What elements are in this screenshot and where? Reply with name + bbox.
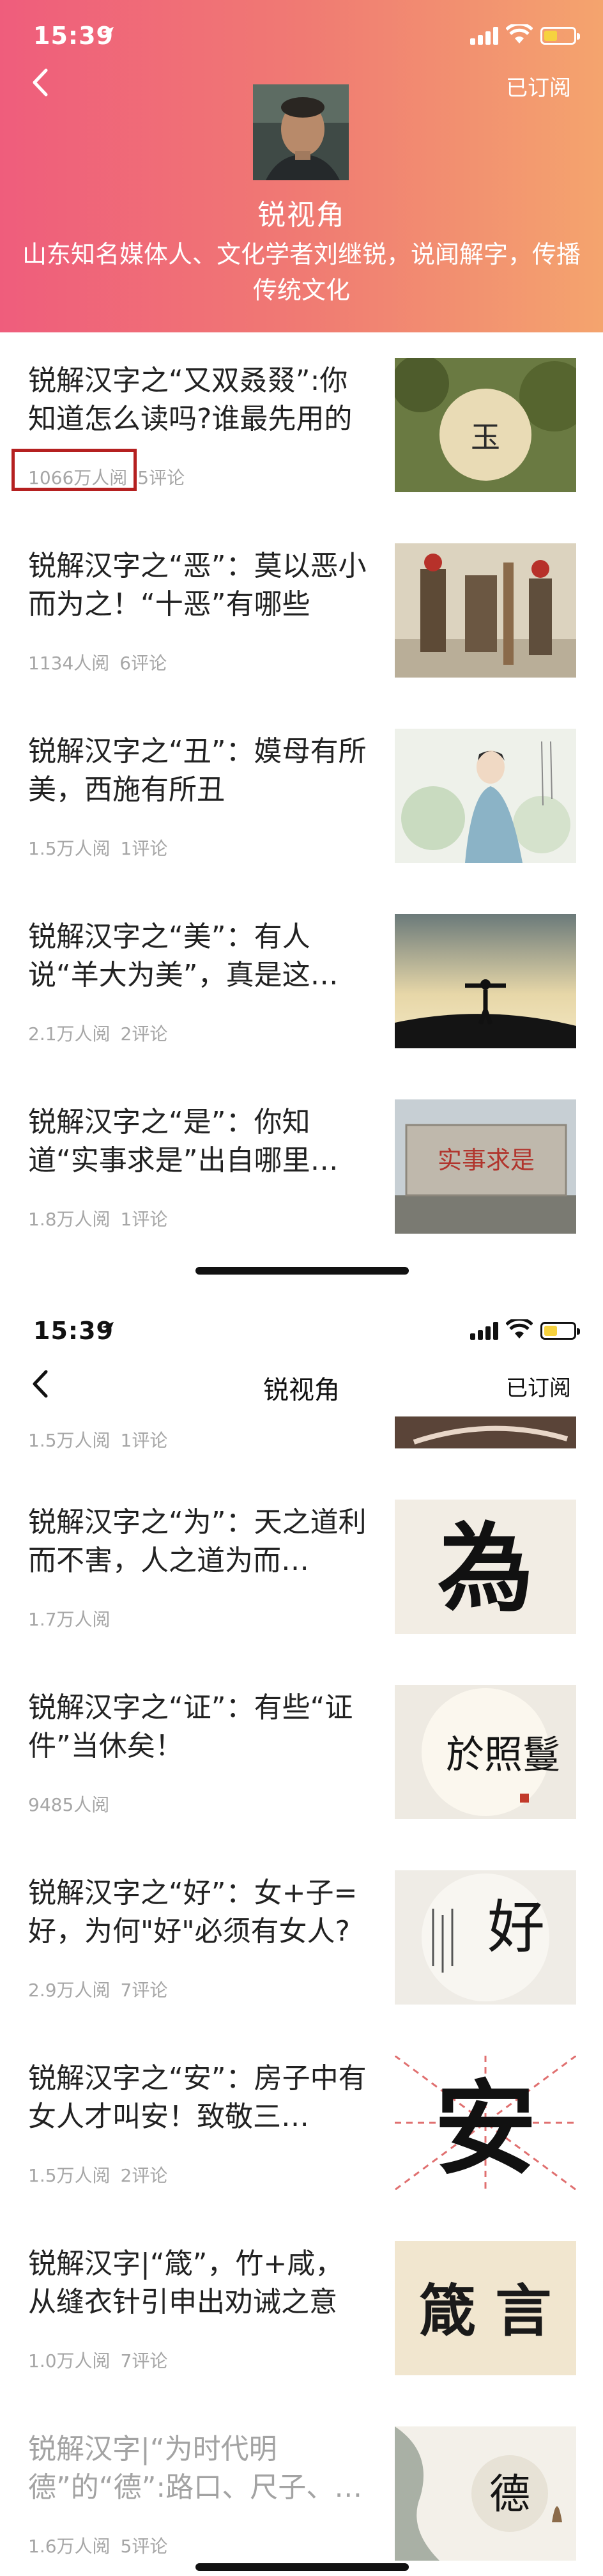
thumb-inscription: 实事求是 bbox=[438, 1146, 535, 1174]
thumb-calligraphy: 德 bbox=[489, 2471, 530, 2518]
thumb-calligraphy: 箴 言 bbox=[420, 2277, 552, 2344]
channel-name: 锐视角 bbox=[257, 199, 346, 231]
article-item[interactable]: 锐解汉字之“丑”：嫫母有所美，西施有所丑 1.5万人阅 1评论 bbox=[0, 710, 603, 895]
article-thumbnail bbox=[395, 729, 576, 863]
article-thumbnail: 於照鬘 bbox=[395, 1685, 576, 1819]
article-thumbnail: 好 bbox=[395, 1870, 576, 2005]
article-title: 锐解汉字之“证”：有些“证件”当休矣！ bbox=[28, 1691, 353, 1762]
article-thumbnail: 安 bbox=[395, 2056, 576, 2190]
article-item[interactable]: 锐解汉字之“证”：有些“证件”当休矣！ 9485人阅 於照鬘 bbox=[0, 1666, 603, 1851]
article-comments: 5评论 bbox=[120, 2536, 168, 2557]
article-meta: 1.6万人阅 5评论 bbox=[28, 2533, 178, 2558]
article-thumbnail: 玉 bbox=[395, 358, 576, 492]
article-views: 1134人阅 bbox=[28, 653, 110, 674]
wifi-icon bbox=[506, 24, 533, 43]
home-indicator bbox=[195, 1267, 409, 1275]
article-title: 锐解汉字之“丑”：嫫母有所美，西施有所丑 bbox=[28, 735, 367, 806]
thumb-calligraphy: 於照鬘 bbox=[446, 1733, 561, 1778]
article-item[interactable]: 锐解汉字之“是”：你知道“实事求是”出自哪里… 1.8万人阅 1评论 实事求是 bbox=[0, 1080, 603, 1266]
signal-icon bbox=[470, 1322, 498, 1340]
article-meta: 1.5万人阅 1评论 bbox=[28, 835, 178, 860]
article-title: 锐解汉字之“是”：你知道“实事求是”出自哪里… bbox=[28, 1106, 339, 1177]
article-meta: 1.8万人阅 1评论 bbox=[28, 1206, 178, 1231]
thumb-calligraphy: 玉 bbox=[471, 420, 500, 454]
article-title: 锐解汉字之“美”：有人说“羊大为美”，真是这… bbox=[28, 920, 339, 991]
signal-icon bbox=[470, 27, 498, 45]
article-comments: 1评论 bbox=[120, 1209, 168, 1230]
article-item[interactable]: 锐解汉字之“美”：有人说“羊大为美”，真是这… 2.1万人阅 2评论 bbox=[0, 895, 603, 1080]
article-meta: 2.1万人阅 2评论 bbox=[28, 1020, 178, 1046]
article-title: 锐解汉字之“为”：天之道利而不害，人之道为而… bbox=[28, 1506, 367, 1577]
status-icons bbox=[470, 1319, 580, 1342]
article-views: 1.5万人阅 bbox=[28, 1430, 111, 1451]
subscribed-button[interactable]: 已订阅 bbox=[506, 70, 571, 102]
status-bar: 15:39 bbox=[0, 0, 603, 77]
location-arrow-icon bbox=[102, 1321, 114, 1334]
article-views: 1.5万人阅 bbox=[28, 2165, 111, 2186]
article-meta: 9485人阅 bbox=[28, 1791, 130, 1817]
article-thumbnail: 实事求是 bbox=[395, 1099, 576, 1234]
article-views: 1.0万人阅 bbox=[28, 2350, 111, 2371]
article-views: 9485人阅 bbox=[28, 1794, 110, 1815]
article-title: 锐解汉字之“安”：房子中有女人才叫安！致敬三… bbox=[28, 2062, 367, 2133]
article-comments: 7评论 bbox=[120, 1980, 168, 2001]
channel-description: 山东知名媒体人、文化学者刘继锐，说闻解字，传播传统文化 bbox=[22, 240, 581, 304]
article-item[interactable]: 锐解汉字之“为”：天之道利而不害，人之道为而… 1.7万人阅 為 bbox=[0, 1480, 603, 1666]
channel-avatar bbox=[253, 84, 349, 180]
article-item[interactable]: 锐解汉字|“为时代明德”的“德”:路口、尺子、… 1.6万人阅 5评论 德 bbox=[0, 2407, 603, 2576]
article-comments: 7评论 bbox=[120, 2350, 168, 2371]
back-chevron-icon[interactable] bbox=[28, 66, 54, 98]
navigation-bar: 锐视角 已订阅 bbox=[0, 1359, 603, 1416]
thumb-calligraphy: 安 bbox=[434, 2068, 537, 2189]
scrolled-screen: 15:39 锐视角 已订阅 1.5万人阅 1评论 锐解汉字之“为”：天之道利而不… bbox=[0, 1295, 603, 2576]
article-item[interactable]: 锐解汉字之“安”：房子中有女人才叫安！致敬三… 1.5万人阅 2评论 安 bbox=[0, 2037, 603, 2222]
article-comments: 5评论 bbox=[137, 467, 185, 488]
article-comments: 1评论 bbox=[120, 1430, 168, 1451]
battery-icon bbox=[540, 1322, 580, 1340]
article-item[interactable]: 锐解汉字|“箴”，竹+咸，从缝衣针引申出劝诫之意 1.0万人阅 7评论 箴 言 bbox=[0, 2222, 603, 2407]
article-item[interactable]: 锐解汉字之“恶”：莫以恶小而为之！“十恶”有哪些 1134人阅 6评论 bbox=[0, 524, 603, 710]
article-meta: 1134人阅 6评论 bbox=[28, 649, 177, 675]
status-icons bbox=[470, 24, 580, 47]
article-item[interactable]: 锐解汉字之“好”：女+子=好，为何"好"必须有女人? 2.9万人阅 7评论 好 bbox=[0, 1851, 603, 2037]
article-title: 锐解汉字之“好”：女+子=好，为何"好"必须有女人? bbox=[28, 1877, 358, 1948]
article-thumbnail bbox=[395, 1416, 576, 1448]
article-title: 锐解汉字之“又双叒叕”:你知道怎么读吗?谁最先用的 bbox=[28, 364, 353, 435]
article-views: 1.6万人阅 bbox=[28, 2536, 111, 2557]
article-item-partial[interactable]: 1.5万人阅 1评论 bbox=[0, 1416, 603, 1461]
article-thumbnail bbox=[395, 914, 576, 1048]
article-comments: 2评论 bbox=[120, 2165, 168, 2186]
article-meta: 1.5万人阅 1评论 bbox=[28, 1427, 178, 1452]
article-thumbnail: 為 bbox=[395, 1500, 576, 1634]
highlight-box bbox=[11, 449, 137, 491]
article-views: 1.5万人阅 bbox=[28, 838, 111, 859]
article-meta: 1.5万人阅 2评论 bbox=[28, 2162, 178, 2187]
article-comments: 1评论 bbox=[120, 838, 168, 859]
article-thumbnail: 箴 言 bbox=[395, 2241, 576, 2375]
wifi-icon bbox=[506, 1319, 533, 1338]
article-views: 1.7万人阅 bbox=[28, 1609, 111, 1630]
thumb-calligraphy: 為 bbox=[438, 1512, 533, 1625]
article-title: 锐解汉字之“恶”：莫以恶小而为之！“十恶”有哪些 bbox=[28, 550, 367, 621]
article-item[interactable]: 锐解汉字之“又双叒叕”:你知道怎么读吗?谁最先用的 1066万人阅 5评论 玉 bbox=[0, 339, 603, 524]
article-comments: 6评论 bbox=[119, 653, 167, 674]
article-views: 1.8万人阅 bbox=[28, 1209, 111, 1230]
location-arrow-icon bbox=[102, 26, 114, 39]
article-title: 锐解汉字|“箴”，竹+咸，从缝衣针引申出劝诫之意 bbox=[28, 2247, 344, 2318]
article-comments: 2评论 bbox=[120, 1023, 168, 1044]
article-views: 2.9万人阅 bbox=[28, 1980, 111, 2001]
article-title: 锐解汉字|“为时代明德”的“德”:路口、尺子、… bbox=[28, 2433, 363, 2504]
article-thumbnail: 德 bbox=[395, 2426, 576, 2561]
channel-header: 15:39 已订阅 锐视角 山东知名媒体人、文化学者刘继锐，说闻解字，传播传统文… bbox=[0, 0, 603, 332]
article-meta: 1.7万人阅 bbox=[28, 1606, 131, 1631]
article-meta: 2.9万人阅 7评论 bbox=[28, 1976, 178, 2002]
home-indicator bbox=[195, 2563, 409, 2571]
battery-icon bbox=[540, 27, 580, 45]
page: 15:39 已订阅 锐视角 山东知名媒体人、文化学者刘继锐，说闻解字，传播传统文… bbox=[0, 0, 603, 2576]
subscribed-button[interactable]: 已订阅 bbox=[506, 1370, 571, 1402]
article-meta: 1.0万人阅 7评论 bbox=[28, 2347, 178, 2373]
article-thumbnail bbox=[395, 543, 576, 678]
thumb-calligraphy: 好 bbox=[487, 1894, 545, 1961]
article-views: 2.1万人阅 bbox=[28, 1023, 111, 1044]
